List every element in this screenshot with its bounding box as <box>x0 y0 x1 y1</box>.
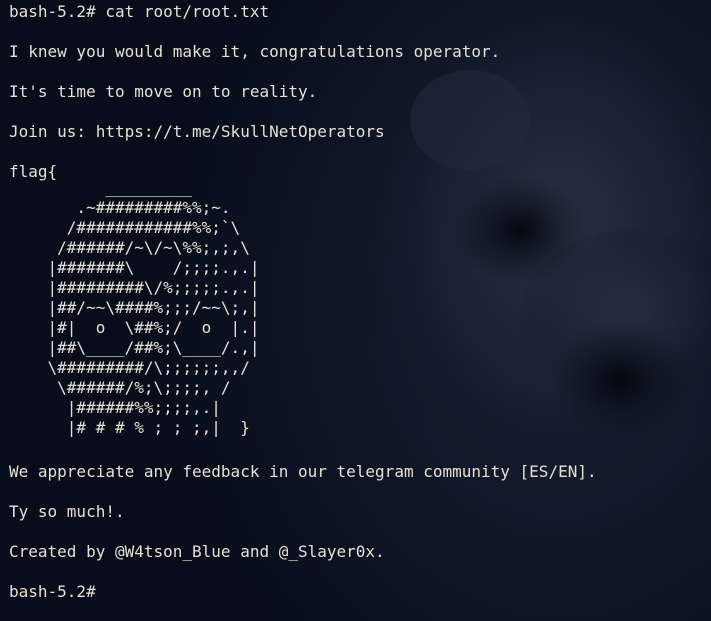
message-thanks: Ty so much!. <box>9 502 125 521</box>
message-reality: It's time to move on to reality. <box>9 82 318 101</box>
final-prompt[interactable]: bash-5.2# <box>9 582 96 602</box>
skull-ascii-art: _________ .~#########%%;~. /############… <box>47 178 260 437</box>
message-credits: Created by @W4tson_Blue and @_Slayer0x. <box>9 542 385 561</box>
message-join-link: Join us: https://t.me/SkullNetOperators <box>9 122 385 141</box>
message-congratulations: I knew you would make it, congratulation… <box>9 42 501 61</box>
terminal-window[interactable]: bash-5.2# cat root/root.txt I knew you w… <box>0 0 711 621</box>
command-prompt-line: bash-5.2# cat root/root.txt <box>9 2 270 21</box>
message-feedback: We appreciate any feedback in our telegr… <box>9 462 597 481</box>
